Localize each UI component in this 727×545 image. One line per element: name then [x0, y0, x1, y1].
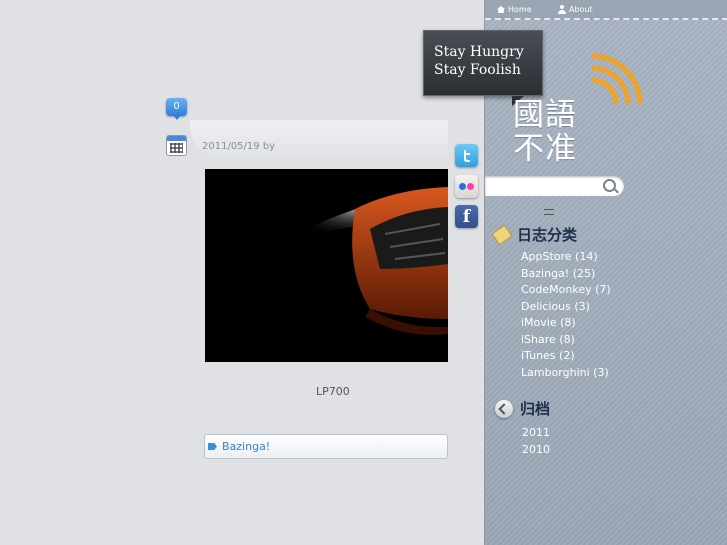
brand-line-2: 不准: [513, 131, 577, 167]
comment-count-badge[interactable]: 0: [166, 98, 187, 120]
person-icon: [558, 5, 566, 14]
drag-handle-icon[interactable]: [544, 209, 554, 215]
nav-home-label: Home: [508, 5, 532, 14]
slogan-box: Stay Hungry Stay Foolish: [423, 30, 543, 106]
post-tag-bar[interactable]: Bazinga!: [204, 434, 448, 459]
calendar-icon: [166, 135, 187, 156]
categories-title: 日志分类: [517, 226, 578, 244]
post-image[interactable]: [205, 169, 448, 362]
tag-link[interactable]: Bazinga!: [222, 440, 270, 453]
category-link[interactable]: iTunes (2): [521, 348, 611, 365]
category-link[interactable]: CodeMonkey (7): [521, 282, 611, 299]
search-input[interactable]: [485, 176, 624, 196]
category-link[interactable]: iShare (8): [521, 332, 611, 349]
category-link[interactable]: Lamborghini (3): [521, 365, 611, 382]
archive-link[interactable]: 2011: [522, 425, 550, 442]
categories-heading: 日志分类: [492, 224, 578, 245]
brand-line-1: 國語: [513, 97, 577, 133]
image-caption: LP700: [316, 385, 350, 398]
archive-list: 2011 2010: [522, 425, 550, 458]
facebook-icon[interactable]: f: [455, 205, 478, 228]
archive-title: 归档: [520, 400, 551, 418]
sidebar: Home About Stay Hungry Stay Foolish 國語 不…: [423, 0, 727, 545]
category-list: AppStore (14) Bazinga! (25) CodeMonkey (…: [521, 249, 611, 381]
slogan-line-2: Stay Foolish: [434, 62, 521, 78]
category-link[interactable]: Bazinga! (25): [521, 266, 611, 283]
flickr-icon[interactable]: [455, 175, 478, 198]
twitter-icon[interactable]: [455, 144, 478, 167]
category-link[interactable]: AppStore (14): [521, 249, 611, 266]
site-logo[interactable]: 國語 不准: [513, 98, 593, 166]
slogan-line-1: Stay Hungry: [434, 44, 524, 60]
pencil-icon: [492, 225, 512, 244]
category-link[interactable]: iMovie (8): [521, 315, 611, 332]
back-arrow-icon: [495, 399, 513, 418]
post-date: 2011/05/19 by: [202, 141, 276, 152]
archive-link[interactable]: 2010: [522, 442, 550, 459]
nav-about-label: About: [569, 5, 593, 14]
rss-icon[interactable]: [587, 44, 647, 104]
tag-icon: [208, 443, 217, 450]
home-icon: [497, 6, 505, 13]
main-content: 0 2011/05/19 by LP700 Bazinga! f: [0, 0, 484, 545]
archive-heading: 归档: [495, 398, 550, 419]
category-link[interactable]: Delicious (3): [521, 299, 611, 316]
nav-home[interactable]: Home: [497, 5, 532, 14]
nav-about[interactable]: About: [558, 5, 593, 14]
top-navigation: Home About: [485, 0, 727, 20]
search-icon[interactable]: [603, 179, 616, 192]
